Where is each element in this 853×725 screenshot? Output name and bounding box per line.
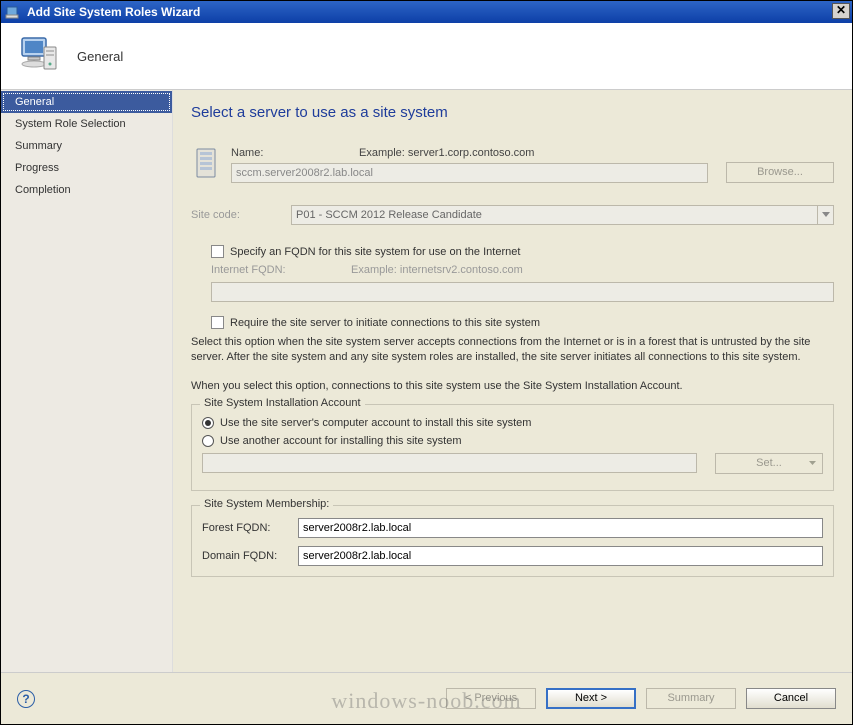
set-button: Set... — [715, 453, 823, 474]
site-code-select: P01 - SCCM 2012 Release Candidate — [291, 205, 834, 225]
browse-button: Browse... — [726, 162, 834, 183]
summary-button: Summary — [646, 688, 736, 709]
name-example: Example: server1.corp.contoso.com — [359, 147, 534, 159]
server-icon — [191, 147, 223, 181]
internet-fqdn-example: Example: internetsrv2.contoso.com — [351, 264, 523, 276]
install-group-legend: Site System Installation Account — [200, 397, 365, 409]
note-text: When you select this option, connections… — [191, 379, 834, 394]
sidebar-step-summary[interactable]: Summary — [1, 135, 172, 157]
sidebar-step-progress[interactable]: Progress — [1, 157, 172, 179]
chevron-down-icon — [809, 461, 816, 466]
forest-fqdn-label: Forest FQDN: — [202, 522, 298, 534]
radio-use-server-account[interactable] — [202, 417, 214, 429]
header-step-label: General — [77, 49, 123, 64]
radio-use-other-account[interactable] — [202, 435, 214, 447]
site-code-label: Site code: — [191, 209, 291, 221]
sidebar-step-general[interactable]: General — [1, 91, 172, 113]
name-input: sccm.server2008r2.lab.local — [231, 163, 708, 183]
footer-bar: ? < Previous Next > Summary Cancel — [1, 672, 852, 724]
membership-group: Site System Membership: Forest FQDN: Dom… — [191, 505, 834, 577]
domain-fqdn-input[interactable] — [298, 546, 823, 566]
next-button[interactable]: Next > — [546, 688, 636, 709]
app-icon — [5, 4, 21, 20]
other-account-input — [202, 453, 697, 473]
page-title: Select a server to use as a site system — [191, 104, 834, 121]
sidebar-step-completion[interactable]: Completion — [1, 179, 172, 201]
fqdn-checkbox[interactable] — [211, 245, 224, 258]
require-description: Select this option when the site system … — [191, 335, 834, 365]
fqdn-checkbox-label: Specify an FQDN for this site system for… — [230, 246, 520, 258]
titlebar[interactable]: Add Site System Roles Wizard ✕ — [1, 1, 852, 23]
header-panel: General — [1, 23, 852, 90]
domain-fqdn-label: Domain FQDN: — [202, 550, 298, 562]
dropdown-icon — [817, 206, 833, 224]
internet-fqdn-input — [211, 282, 834, 302]
close-icon: ✕ — [836, 3, 846, 17]
cancel-button[interactable]: Cancel — [746, 688, 836, 709]
close-button[interactable]: ✕ — [832, 3, 850, 19]
wizard-window: Add Site System Roles Wizard ✕ General G… — [0, 0, 853, 725]
radio-use-other-label: Use another account for installing this … — [220, 435, 462, 447]
radio-use-server-label: Use the site server's computer account t… — [220, 417, 531, 429]
require-checkbox-label: Require the site server to initiate conn… — [230, 317, 540, 329]
name-label: Name: — [231, 147, 359, 159]
forest-fqdn-input[interactable] — [298, 518, 823, 538]
site-code-value: P01 - SCCM 2012 Release Candidate — [296, 209, 482, 221]
body: General System Role Selection Summary Pr… — [1, 90, 852, 672]
computer-icon — [15, 32, 63, 80]
previous-button: < Previous — [446, 688, 536, 709]
require-checkbox[interactable] — [211, 316, 224, 329]
membership-legend: Site System Membership: — [200, 498, 333, 510]
sidebar: General System Role Selection Summary Pr… — [1, 90, 173, 672]
sidebar-step-roleselect[interactable]: System Role Selection — [1, 113, 172, 135]
help-button[interactable]: ? — [17, 690, 35, 708]
content-panel: Select a server to use as a site system … — [173, 90, 852, 672]
window-title: Add Site System Roles Wizard — [27, 5, 200, 19]
set-button-label: Set... — [756, 457, 782, 469]
install-account-group: Site System Installation Account Use the… — [191, 404, 834, 491]
internet-fqdn-label: Internet FQDN: — [211, 264, 351, 276]
